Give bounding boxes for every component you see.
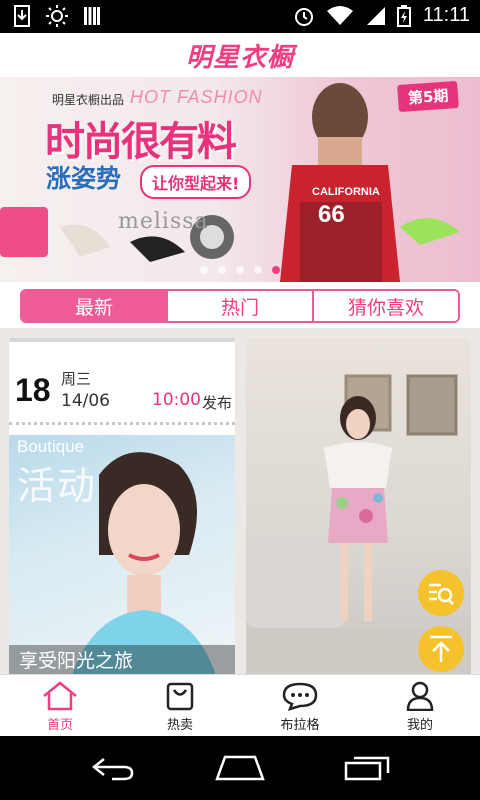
system-nav-bar — [0, 736, 480, 800]
tab-latest[interactable]: 最新 — [22, 291, 166, 321]
wifi-icon — [326, 5, 353, 25]
release-time: 10:00 — [152, 390, 201, 410]
fashion-photo — [246, 374, 471, 674]
nav-hot-sale[interactable]: 热卖 — [120, 675, 240, 736]
carousel-dot — [236, 266, 244, 274]
search-fab-button[interactable] — [418, 570, 464, 616]
banner-melissa-text: melissa — [118, 209, 209, 234]
nav-mine[interactable]: 我的 — [360, 675, 480, 736]
carousel-indicator — [200, 266, 280, 274]
alarm-icon — [294, 7, 313, 26]
date-day: 18 — [15, 372, 51, 408]
promo-en-title: Boutique — [17, 437, 85, 456]
download-icon — [14, 5, 30, 27]
carousel-dot — [254, 266, 262, 274]
nav-home-label: 首页 — [46, 718, 73, 733]
clock: 11:11 — [422, 4, 470, 26]
tab-guess-you-like[interactable]: 猜你喜欢 — [312, 291, 458, 321]
recent-apps-icon[interactable] — [344, 755, 390, 781]
banner-issue-badge: 第5期 — [396, 80, 459, 113]
feed-card-left[interactable]: 18 周三 14/06 10:00 发布 Boutique 活动 享受阳光之旅 — [9, 338, 235, 674]
promo-cn-title: 活动 — [17, 464, 98, 508]
app-logo-title: 明星衣橱 — [185, 42, 294, 73]
svg-text:66: 66 — [318, 201, 345, 228]
battery-icon — [396, 4, 411, 27]
banner-brand-small: 明星衣橱出品 — [52, 93, 125, 107]
banner-sub-slogan: 涨姿势 — [46, 164, 122, 193]
promo-caption: 享受阳光之旅 — [19, 650, 134, 672]
bottom-nav: 首页 热卖 布拉格 我的 — [0, 674, 480, 736]
carousel-dot — [200, 266, 208, 274]
release-label: 发布 — [202, 394, 233, 412]
signal-bars-icon — [84, 7, 100, 25]
tab-bar: 最新 热门 猜你喜欢 — [0, 282, 480, 328]
banner-carousel[interactable]: CALIFORNIA 66 明星衣橱出品 HOT FASHION 时尚很有料 涨… — [0, 77, 480, 282]
nav-prague[interactable]: 布拉格 — [240, 675, 360, 736]
card-top-divider — [9, 338, 235, 342]
user-icon — [406, 681, 434, 711]
home-icon — [43, 681, 77, 711]
promo-image[interactable]: Boutique 活动 享受阳光之旅 — [9, 435, 235, 674]
back-icon[interactable] — [90, 755, 136, 781]
carousel-dot-active — [272, 266, 280, 274]
cellular-icon — [366, 6, 385, 25]
banner-tag-slogan: 让你型起来! — [140, 165, 252, 199]
carousel-dot — [218, 266, 226, 274]
feed-card-right[interactable] — [246, 338, 471, 674]
banner-hot-fashion: HOT FASHION — [130, 87, 263, 107]
chat-bubble-icon — [282, 682, 318, 711]
home-button-icon[interactable] — [215, 755, 265, 781]
brightness-icon — [46, 5, 68, 27]
back-to-top-button[interactable] — [418, 626, 464, 672]
nav-hot-sale-label: 热卖 — [166, 718, 193, 733]
feed-content[interactable]: 18 周三 14/06 10:00 发布 Boutique 活动 享受阳光之旅 — [0, 328, 480, 674]
arrow-up-top-icon — [430, 635, 452, 662]
shopping-bag-icon — [166, 682, 194, 711]
svg-text:CALIFORNIA: CALIFORNIA — [312, 186, 380, 198]
status-bar: 11:11 — [0, 0, 480, 33]
app-header: 明星衣橱 — [0, 33, 480, 77]
dotted-divider — [9, 422, 235, 425]
date-weekday: 周三 — [61, 370, 92, 388]
nav-mine-label: 我的 — [406, 718, 433, 733]
tab-popular[interactable]: 热门 — [166, 291, 312, 321]
nav-home[interactable]: 首页 — [0, 675, 120, 736]
list-search-icon — [429, 583, 454, 605]
date-month-day: 14/06 — [61, 391, 110, 411]
nav-prague-label: 布拉格 — [280, 718, 320, 733]
